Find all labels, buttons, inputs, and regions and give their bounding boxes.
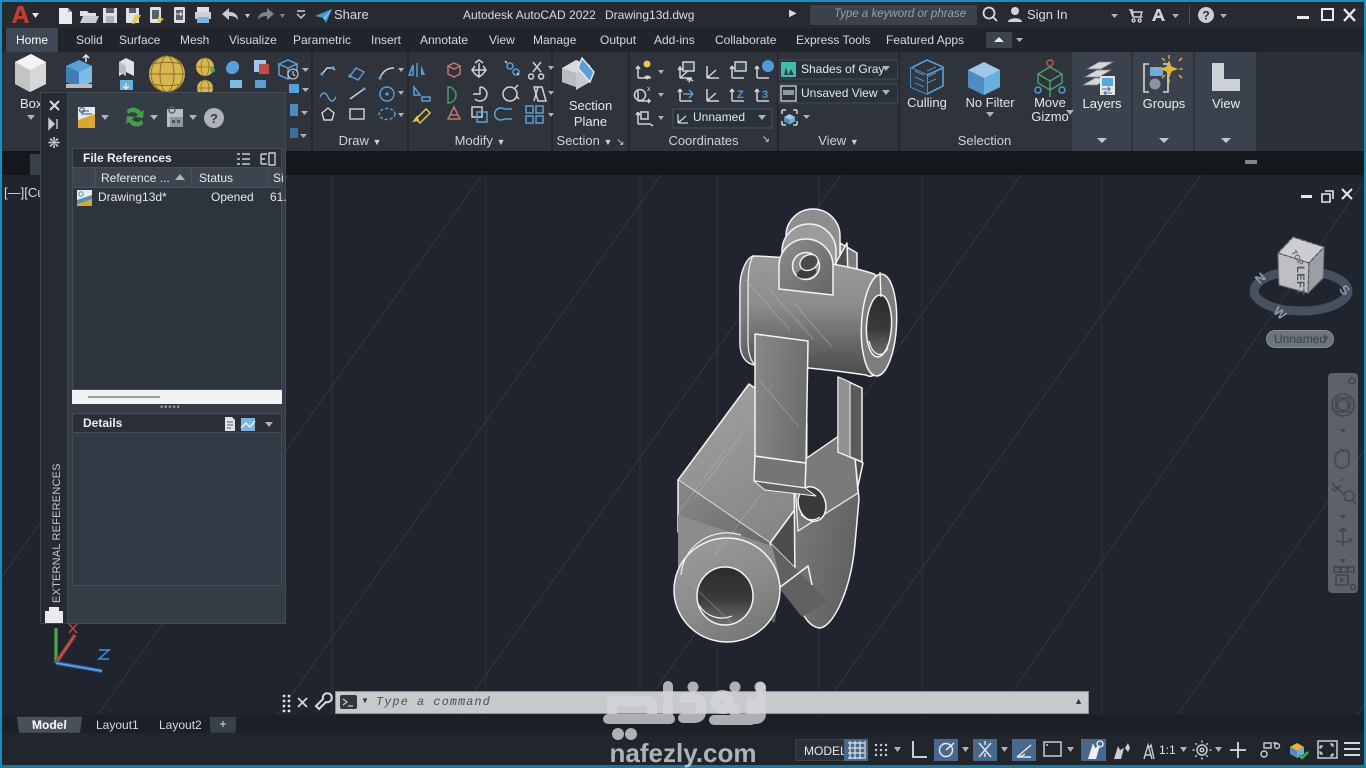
- svg-text:Gizmo: Gizmo: [1031, 109, 1069, 124]
- svg-text:x: x: [647, 86, 651, 93]
- svg-text:3: 3: [762, 89, 768, 101]
- svg-text:View: View: [1212, 96, 1241, 111]
- svg-text:Unsaved View: Unsaved View: [801, 86, 878, 100]
- svg-text:Groups: Groups: [1143, 96, 1186, 111]
- svg-text:EXTERNAL REFERENCES: EXTERNAL REFERENCES: [51, 463, 63, 603]
- svg-text:?: ?: [1202, 9, 1209, 23]
- svg-text:LEFT: LEFT: [1294, 266, 1306, 296]
- svg-text:Shades of Gray: Shades of Gray: [801, 62, 884, 76]
- svg-text:Culling: Culling: [907, 95, 947, 110]
- svg-text:Move: Move: [1034, 95, 1066, 110]
- svg-text:No Filter: No Filter: [965, 95, 1015, 110]
- svg-text:?: ?: [210, 111, 218, 126]
- svg-text:Z: Z: [737, 89, 744, 101]
- svg-text:Layers: Layers: [1082, 96, 1122, 111]
- svg-text:1:1: 1:1: [1159, 743, 1176, 757]
- svg-text:❋: ❋: [48, 135, 61, 152]
- svg-text:Unnamed: Unnamed: [693, 110, 745, 124]
